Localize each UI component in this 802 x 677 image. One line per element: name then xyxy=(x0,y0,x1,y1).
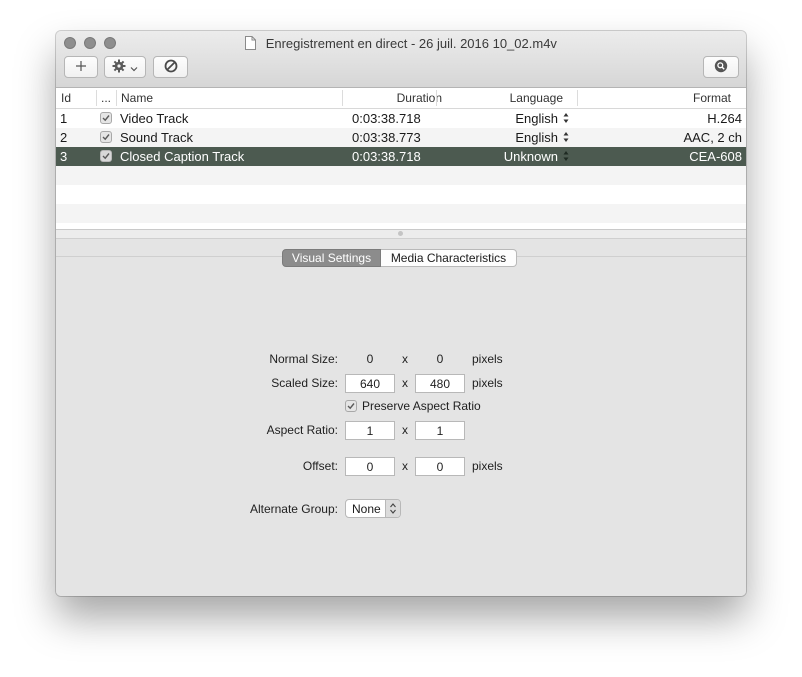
empty-row xyxy=(56,185,746,204)
divider-handle-icon xyxy=(398,231,403,236)
gear-icon xyxy=(112,59,126,76)
column-header-language[interactable]: Language xyxy=(437,91,563,105)
column-divider xyxy=(116,90,117,106)
times-sign: x xyxy=(402,376,408,390)
track-enabled-checkbox[interactable] xyxy=(100,131,112,143)
track-language-popup[interactable]: Unknown xyxy=(448,149,569,164)
track-language-popup[interactable]: English xyxy=(448,130,569,145)
track-id: 3 xyxy=(60,149,68,164)
aspect-height-field[interactable]: 1 xyxy=(415,421,465,440)
disable-button[interactable] xyxy=(153,56,188,78)
prohibit-icon xyxy=(164,59,178,76)
track-duration: 0:03:38.718 xyxy=(352,149,421,164)
track-duration: 0:03:38.773 xyxy=(352,130,421,145)
up-down-arrows-icon xyxy=(385,500,400,517)
app-window: Enregistrement en direct - 26 juil. 2016… xyxy=(56,31,746,596)
up-down-arrows-icon xyxy=(563,151,569,161)
offset-x-field[interactable]: 0 xyxy=(345,457,395,476)
track-name: Closed Caption Track xyxy=(120,149,245,164)
tab-media-characteristics[interactable]: Media Characteristics xyxy=(381,249,517,267)
title-bar: Enregistrement en direct - 26 juil. 2016… xyxy=(56,31,746,88)
alternate-group-popup[interactable]: None xyxy=(345,499,401,518)
scaled-width-field[interactable]: 640 xyxy=(345,374,395,393)
tab-visual-settings[interactable]: Visual Settings xyxy=(282,249,381,267)
track-name: Video Track xyxy=(120,111,189,126)
track-id: 2 xyxy=(60,130,68,145)
up-down-arrows-icon xyxy=(563,132,569,142)
search-icon xyxy=(714,59,728,76)
tracks-table: Id ... Name Duration Language Format 1 V… xyxy=(56,88,746,229)
pixels-unit: pixels xyxy=(472,376,503,390)
empty-row xyxy=(56,166,746,185)
offset-y-field[interactable]: 0 xyxy=(415,457,465,476)
track-language: English xyxy=(515,130,558,145)
checkmark-icon xyxy=(102,153,110,160)
aspect-width-field[interactable]: 1 xyxy=(345,421,395,440)
window-title: Enregistrement en direct - 26 juil. 2016… xyxy=(265,36,557,51)
pixels-unit: pixels xyxy=(472,352,503,366)
settings-panel: Visual Settings Media Characteristics No… xyxy=(56,247,746,596)
preserve-aspect-checkbox[interactable] xyxy=(345,400,357,412)
track-format: CEA-608 xyxy=(689,149,742,164)
column-header-enabled[interactable]: ... xyxy=(101,91,111,105)
document-icon xyxy=(245,36,257,53)
column-header-id[interactable]: Id xyxy=(61,91,71,105)
times-sign: x xyxy=(402,352,408,366)
aspect-ratio-label: Aspect Ratio: xyxy=(266,423,338,437)
column-header-duration[interactable]: Duration xyxy=(343,91,442,105)
add-track-button[interactable] xyxy=(64,56,98,78)
times-sign: x xyxy=(402,423,408,437)
up-down-arrows-icon xyxy=(563,113,569,123)
table-header: Id ... Name Duration Language Format xyxy=(56,88,746,109)
checkmark-icon xyxy=(102,115,110,122)
checkmark-icon xyxy=(347,403,355,410)
search-button[interactable] xyxy=(703,56,739,78)
track-language: Unknown xyxy=(503,149,558,164)
checkmark-icon xyxy=(102,134,110,141)
chevron-down-icon xyxy=(130,60,138,75)
track-duration: 0:03:38.718 xyxy=(352,111,421,126)
alternate-group-value: None xyxy=(352,502,381,516)
window-title-area: Enregistrement en direct - 26 juil. 2016… xyxy=(56,36,746,52)
normal-height-value: 0 xyxy=(436,352,444,366)
table-row[interactable]: 2 Sound Track 0:03:38.773 English AAC, 2… xyxy=(56,128,746,147)
track-format: H.264 xyxy=(707,111,742,126)
track-name: Sound Track xyxy=(120,130,193,145)
plus-icon xyxy=(75,60,87,75)
times-sign: x xyxy=(402,459,408,473)
action-menu-button[interactable] xyxy=(104,56,146,78)
table-row-selected[interactable]: 3 Closed Caption Track 0:03:38.718 Unkno… xyxy=(56,147,746,166)
pixels-unit: pixels xyxy=(472,459,503,473)
track-enabled-checkbox[interactable] xyxy=(100,150,112,162)
split-view-divider[interactable] xyxy=(56,229,746,239)
normal-width-value: 0 xyxy=(366,352,374,366)
column-header-format[interactable]: Format xyxy=(578,91,731,105)
empty-row xyxy=(56,204,746,223)
column-header-name[interactable]: Name xyxy=(121,91,153,105)
track-id: 1 xyxy=(60,111,68,126)
track-format: AAC, 2 ch xyxy=(683,130,742,145)
scaled-size-label: Scaled Size: xyxy=(271,376,338,390)
table-row[interactable]: 1 Video Track 0:03:38.718 English H.264 xyxy=(56,109,746,128)
track-language-popup[interactable]: English xyxy=(448,111,569,126)
track-enabled-checkbox[interactable] xyxy=(100,112,112,124)
track-language: English xyxy=(515,111,558,126)
scaled-height-field[interactable]: 480 xyxy=(415,374,465,393)
normal-size-label: Normal Size: xyxy=(269,352,338,366)
offset-label: Offset: xyxy=(302,459,338,473)
alternate-group-label: Alternate Group: xyxy=(249,502,338,516)
preserve-aspect-label[interactable]: Preserve Aspect Ratio xyxy=(362,399,481,413)
column-divider xyxy=(96,90,97,106)
